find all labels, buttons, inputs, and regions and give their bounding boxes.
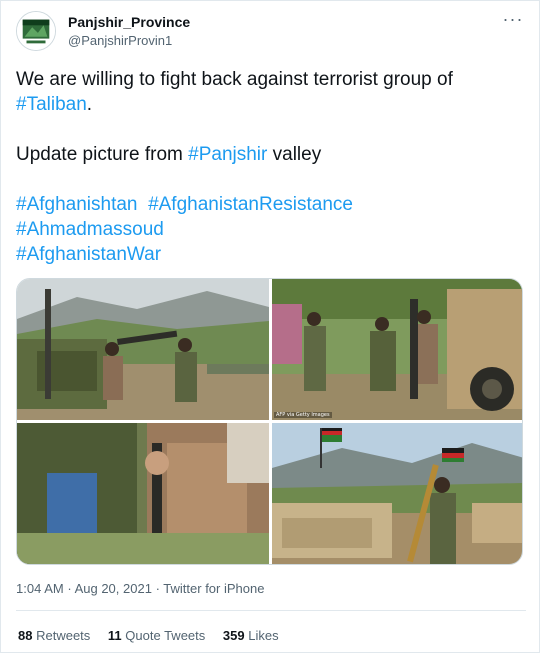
author-handle[interactable]: @PanjshirProvin1 [68,33,172,48]
tweet-stats: 88 Retweets 11 Quote Tweets 359 Likes [18,628,293,643]
more-icon: ··· [502,9,524,29]
tweet-header: Panjshir_Province @PanjshirProvin1 ··· [16,9,528,55]
tweet-source[interactable]: Twitter for iPhone [163,581,264,596]
photo-fighters-launcher [272,279,522,420]
avatar-logo-icon [17,12,55,50]
more-options-button[interactable]: ··· [498,9,528,35]
divider [16,610,526,611]
hashtag-link[interactable]: #Afghanishtan [16,194,138,215]
tweet-line-2: Update picture from #Panjshir valley [16,144,322,165]
photo-2[interactable]: AFP via Getty Images [272,279,522,420]
tweet-date[interactable]: Aug 20, 2021 [75,581,152,596]
photo-fighters-valley [17,279,269,420]
meta-separator: · [155,581,160,596]
tweet-time[interactable]: 1:04 AM [16,581,64,596]
tweet-line-1: We are willing to fight back against ter… [16,69,453,115]
photo-weapon-closeup [17,423,269,564]
tweet-text: We are willing to fight back against ter… [16,67,526,267]
photo-1[interactable] [17,279,269,420]
hashtag-link[interactable]: #AfghanistanWar [16,244,161,265]
likes-stat[interactable]: 359 Likes [223,628,279,643]
hashtag-row: #AfghanistanWar [16,242,526,267]
tweet-meta: 1:04 AM · Aug 20, 2021 · Twitter for iPh… [16,581,264,596]
retweets-stat[interactable]: 88 Retweets [18,628,90,643]
hashtag-link[interactable]: #AfghanistanResistance [148,194,353,215]
hashtag-link[interactable]: #Panjshir [188,144,267,165]
hashtag-link[interactable]: #Ahmadmassoud [16,219,164,240]
tweet-card: Panjshir_Province @PanjshirProvin1 ··· W… [0,0,540,653]
photo-4[interactable] [272,423,522,564]
hashtag-row: #Ahmadmassoud [16,217,526,242]
author-display-name[interactable]: Panjshir_Province [68,14,190,30]
quote-tweets-stat[interactable]: 11 Quote Tweets [108,628,205,643]
meta-separator: · [67,581,72,596]
photo-fighter-humvee [272,423,522,564]
photo-credit: AFP via Getty Images [274,412,332,418]
avatar[interactable] [16,11,56,51]
photo-3[interactable] [17,423,269,564]
media-grid: AFP via Getty Images [16,278,523,565]
hashtag-row: #Afghanishtan #AfghanistanResistance [16,192,526,217]
hashtag-link[interactable]: #Taliban [16,94,87,115]
